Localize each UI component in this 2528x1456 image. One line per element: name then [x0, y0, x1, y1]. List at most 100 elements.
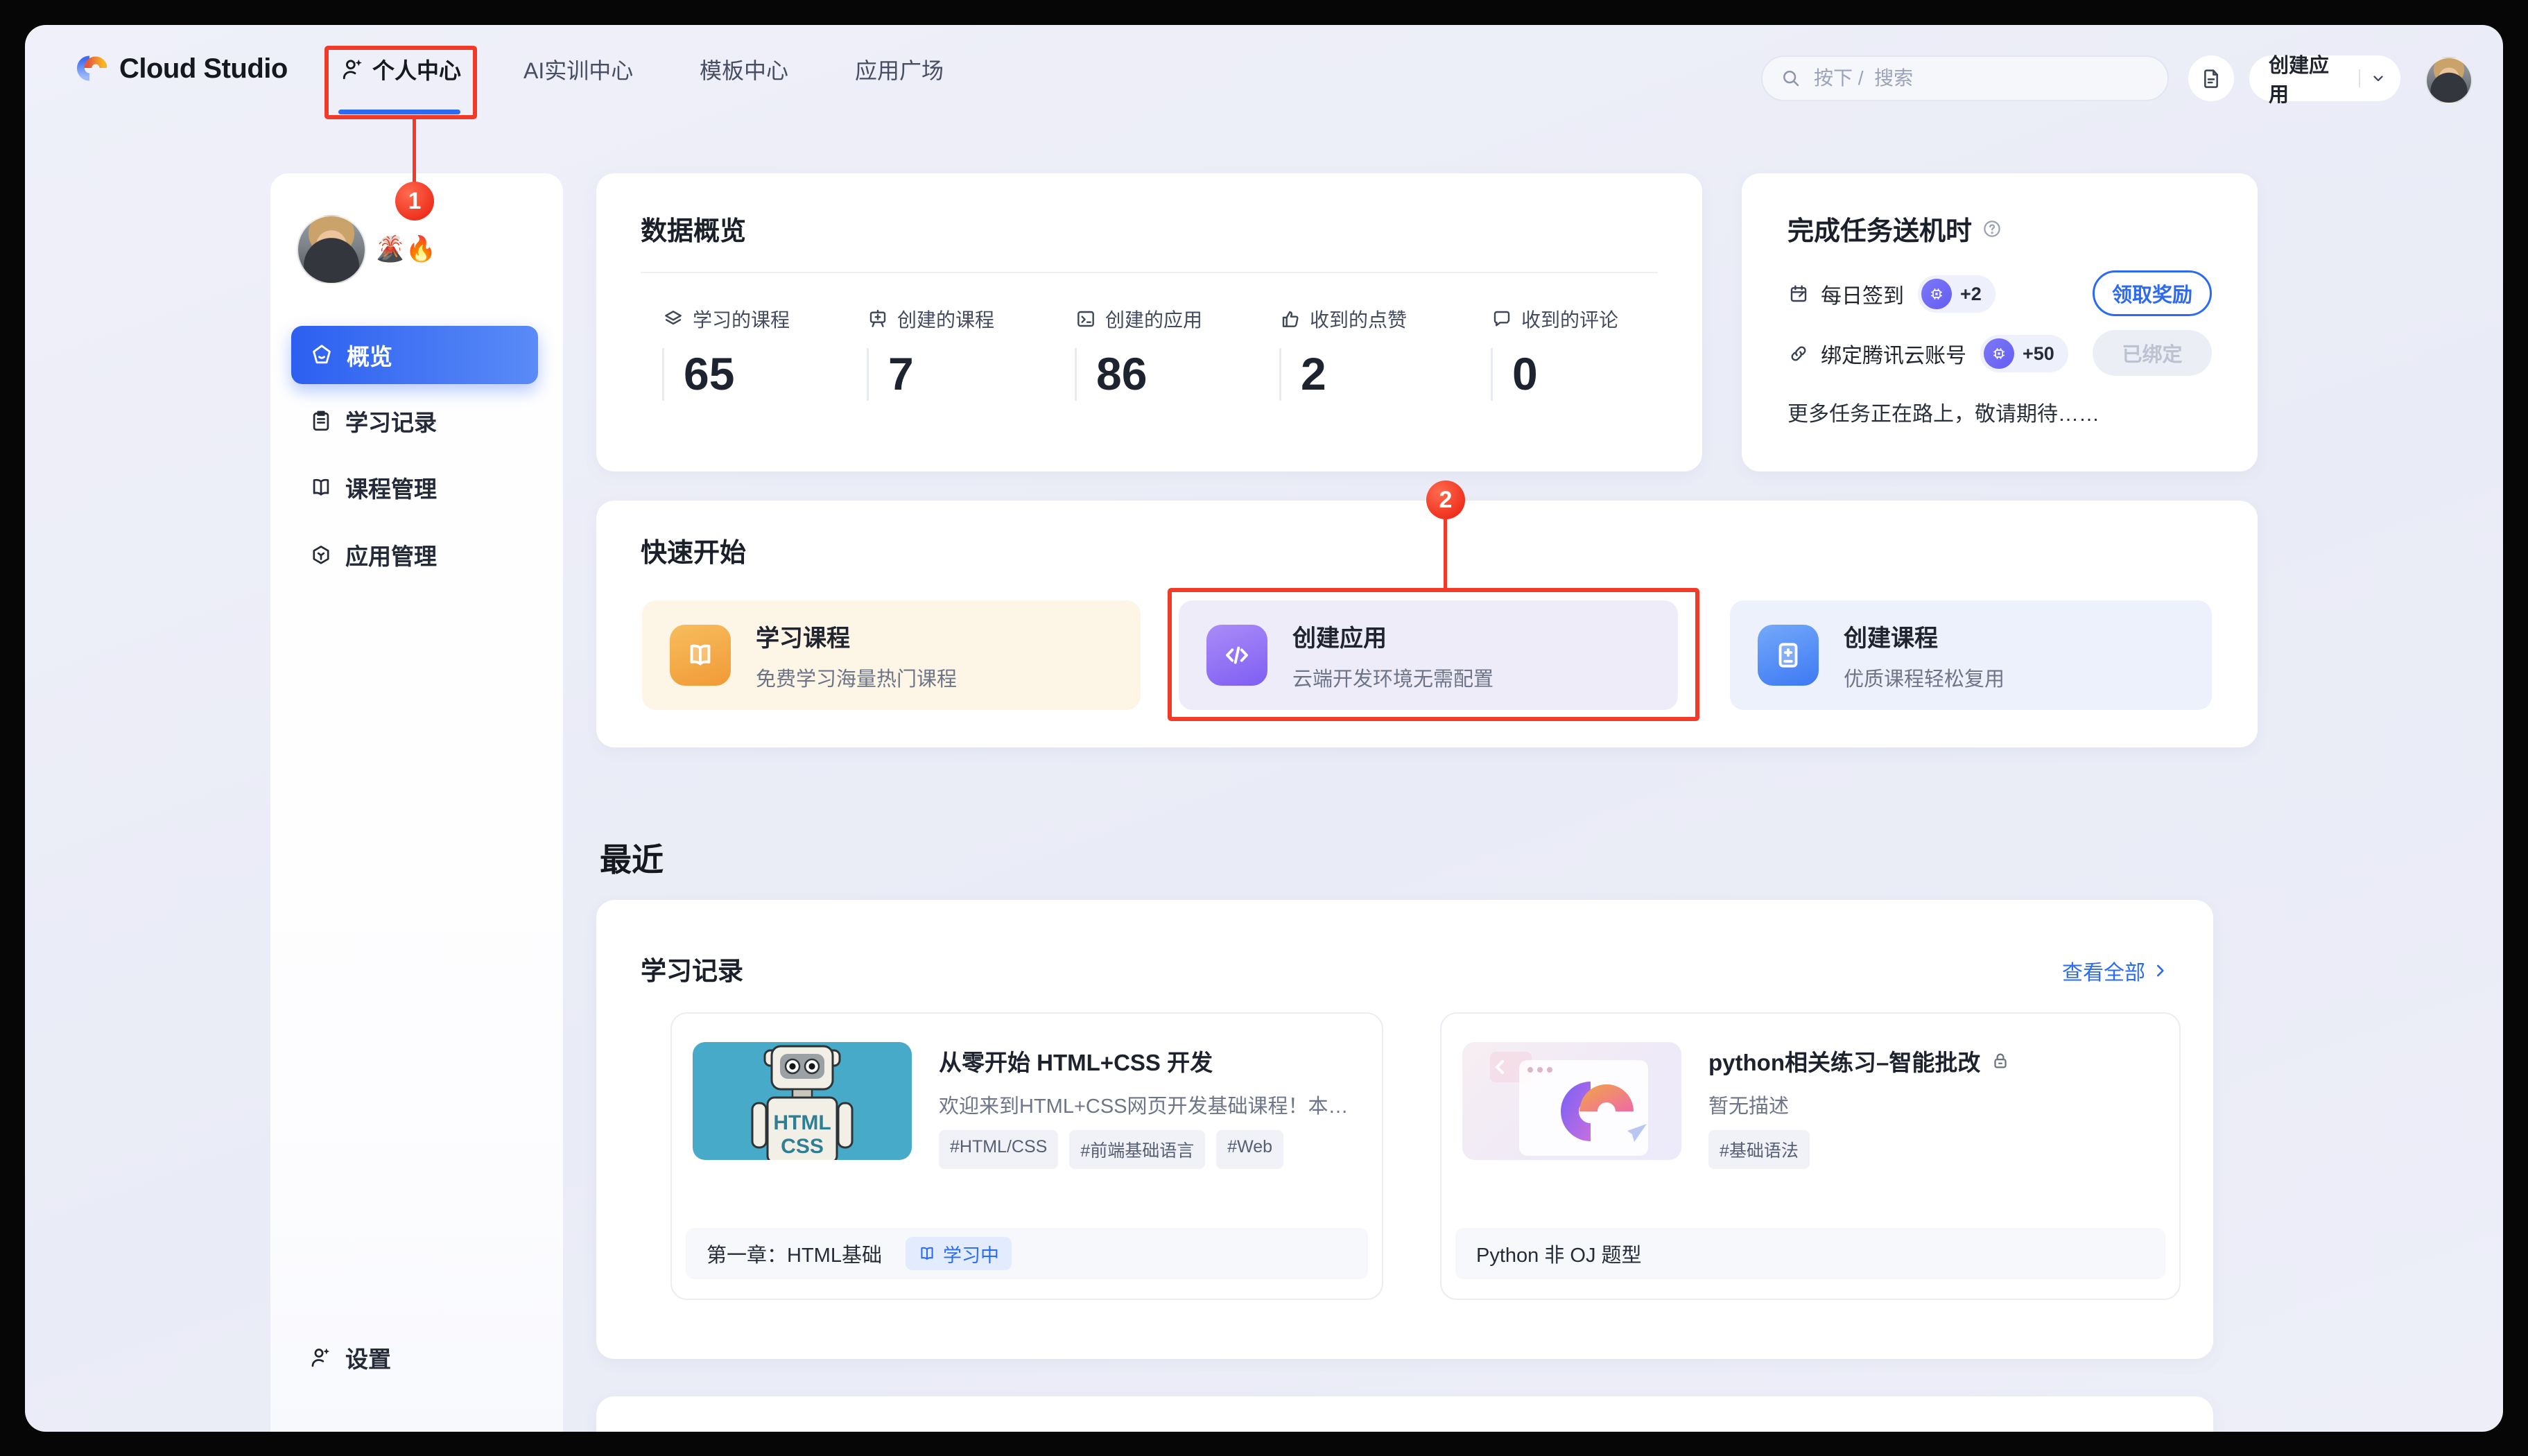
- quick-start-card: 快速开始 学习课程 免费学习海量热门课程 创建应用 云端开发环境无: [596, 501, 2258, 747]
- stat-label: 学习的课程: [693, 305, 790, 333]
- sidebar-item-course-management[interactable]: 课程管理: [291, 465, 538, 510]
- sidebar-item-label: 应用管理: [345, 538, 437, 571]
- chapter-label: Python 非 OJ 题型: [1476, 1239, 1642, 1268]
- course-thumbnail: HTML CSS: [693, 1042, 912, 1160]
- stat-value: 65: [662, 348, 790, 401]
- tab-label: 模板中心: [700, 53, 788, 85]
- course-progress-row[interactable]: 第一章：HTML基础 学习中: [686, 1228, 1368, 1279]
- easel-plus-icon: [867, 308, 889, 330]
- course-tags: #HTML/CSS #前端基础语言 #Web: [939, 1130, 1283, 1169]
- help-icon[interactable]: [1982, 218, 2002, 239]
- notebook-icon: [309, 409, 333, 433]
- tab-label: AI实训中心: [523, 53, 633, 85]
- tab-ai-training[interactable]: AI实训中心: [523, 50, 633, 89]
- app-window: Cloud Studio 个人中心 AI实训中心 模板中心 应用广场: [25, 25, 2503, 1432]
- tab-app-plaza[interactable]: 应用广场: [855, 50, 944, 89]
- quick-card-title: 创建应用: [1292, 619, 1494, 653]
- course-card-html-css[interactable]: HTML CSS 从零开始 HTML+CSS 开发 欢迎来到HTML+CSS网页…: [670, 1012, 1383, 1300]
- bound-button: 已绑定: [2093, 330, 2212, 376]
- stat-label: 收到的点赞: [1310, 305, 1407, 333]
- course-description: 暂无描述: [1708, 1090, 2131, 1119]
- user-avatar[interactable]: [2425, 57, 2473, 104]
- reward-pill: +2: [1918, 275, 1995, 313]
- stats-card: 数据概览 学习的课程 65 创建的课程: [596, 173, 1702, 471]
- sidebar-item-overview[interactable]: 概览: [291, 326, 538, 384]
- tasks-footer-note: 更多任务正在路上，敬请期待……: [1787, 397, 2100, 427]
- quick-card-learn-course[interactable]: 学习课程 免费学习海量热门课程: [642, 600, 1141, 710]
- quick-card-title: 学习课程: [756, 619, 957, 653]
- thumb-up-icon: [1279, 308, 1301, 330]
- home-icon: [309, 343, 334, 367]
- sidebar-item-label: 课程管理: [345, 471, 437, 504]
- cloud-studio-logo-icon: [67, 49, 107, 89]
- open-book-icon: [670, 625, 731, 686]
- code-icon: [1206, 625, 1267, 686]
- stat-likes: 收到的点赞 2: [1279, 305, 1407, 401]
- sidebar-item-learning-records[interactable]: 学习记录: [291, 399, 538, 443]
- badge-label: 学习中: [943, 1240, 999, 1267]
- tag: #Web: [1216, 1130, 1283, 1169]
- stat-label: 收到的评论: [1521, 305, 1618, 333]
- tab-label: 个人中心: [372, 53, 461, 85]
- create-app-button[interactable]: 创建应用: [2249, 55, 2400, 101]
- user-sparkle-icon: [309, 1346, 333, 1369]
- open-book-icon: [918, 1245, 936, 1263]
- course-title: 从零开始 HTML+CSS 开发: [939, 1044, 1213, 1077]
- task-label: 每日签到: [1821, 279, 1904, 309]
- search-icon: [1781, 68, 1801, 89]
- stats-title: 数据概览: [641, 209, 746, 248]
- tag: #基础语法: [1708, 1130, 1810, 1169]
- arrow-right-icon: [2151, 962, 2169, 980]
- stat-comments: 收到的评论 0: [1491, 305, 1618, 401]
- comment-icon: [1491, 308, 1513, 330]
- reward-amount: +50: [2023, 343, 2054, 365]
- course-progress-row[interactable]: Python 非 OJ 题型: [1455, 1228, 2165, 1279]
- user-sparkle-icon: [340, 57, 365, 82]
- divider: [641, 272, 1658, 273]
- stat-label: 创建的应用: [1105, 305, 1202, 333]
- tab-personal-center[interactable]: 个人中心: [340, 50, 461, 89]
- task-row-bind-account: 绑定腾讯云账号 +50: [1787, 330, 2068, 377]
- link-icon: [1787, 343, 1810, 365]
- task-label: 绑定腾讯云账号: [1821, 338, 1966, 369]
- learning-records-card: 学习记录 查看全部: [596, 900, 2213, 1359]
- stat-value: 7: [867, 348, 994, 401]
- tab-templates[interactable]: 模板中心: [700, 50, 788, 89]
- quick-card-create-app[interactable]: 创建应用 云端开发环境无需配置: [1179, 600, 1678, 710]
- hexagon-app-icon: [309, 543, 333, 566]
- course-card-python[interactable]: python相关练习–智能批改 暂无描述 #基础语法 Python 非 OJ 题…: [1440, 1012, 2181, 1300]
- active-tab-underline: [338, 110, 460, 114]
- chip-icon: [1921, 279, 1952, 309]
- chevron-down-icon[interactable]: [2370, 70, 2387, 87]
- stat-label: 创建的课程: [897, 305, 994, 333]
- quick-card-create-course[interactable]: 创建课程 优质课程轻松复用: [1730, 600, 2212, 710]
- sidebar-item-settings[interactable]: 设置: [291, 1335, 538, 1380]
- sidebar-avatar[interactable]: [297, 215, 366, 284]
- tag: #前端基础语言: [1069, 1130, 1205, 1169]
- profile-emoji: 🌋🔥: [374, 234, 437, 263]
- stat-value: 0: [1491, 348, 1618, 401]
- course-title: python相关练习–智能批改: [1708, 1044, 2011, 1077]
- claim-reward-button[interactable]: 领取奖励: [2093, 270, 2212, 316]
- sidebar-item-label: 概览: [347, 338, 392, 372]
- stat-value: 2: [1279, 348, 1407, 401]
- reward-pill: +50: [1980, 335, 2068, 372]
- search-box[interactable]: [1761, 55, 2169, 101]
- stat-learned-courses: 学习的课程 65: [662, 305, 790, 401]
- logo-text: Cloud Studio: [119, 53, 288, 85]
- layers-icon: [662, 308, 684, 330]
- view-all-label: 查看全部: [2062, 955, 2145, 986]
- open-book-icon: [309, 476, 333, 499]
- course-thumbnail: [1462, 1042, 1681, 1160]
- document-icon: [2200, 67, 2222, 89]
- sidebar-item-app-management[interactable]: 应用管理: [291, 532, 538, 577]
- tab-label: 应用广场: [855, 53, 944, 85]
- lock-icon: [1990, 1050, 2011, 1071]
- search-input[interactable]: [1812, 67, 2113, 90]
- button-divider: [2359, 69, 2360, 87]
- view-all-link[interactable]: 查看全部: [2062, 955, 2169, 986]
- sidebar: 🌋🔥 概览 学习记录: [270, 173, 563, 1432]
- docs-button[interactable]: [2188, 55, 2234, 101]
- stat-value: 86: [1075, 348, 1202, 401]
- recent-heading: 最近: [600, 835, 664, 881]
